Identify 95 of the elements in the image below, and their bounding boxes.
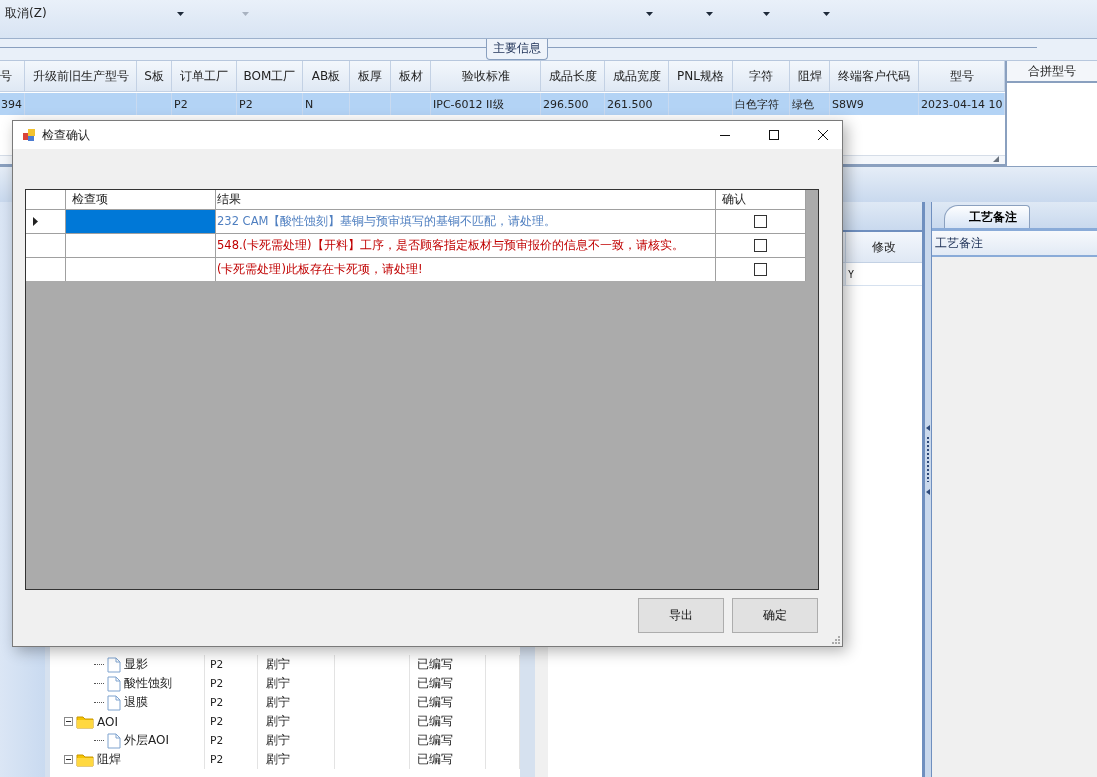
table-cell: IPC-6012 II级: [433, 96, 504, 112]
column-header[interactable]: 型号: [919, 61, 1005, 91]
table-cell[interactable]: [66, 210, 216, 233]
table-cell: 已编写: [417, 732, 453, 749]
column-header[interactable]: 板厚: [350, 61, 391, 91]
caret-icon[interactable]: [763, 12, 770, 16]
table-cell: P2: [239, 97, 253, 111]
column-header[interactable]: PNL规格: [669, 61, 733, 91]
tree-item[interactable]: 显影: [124, 656, 148, 673]
table-cell: 已编写: [417, 751, 453, 768]
maximize-icon[interactable]: [768, 129, 780, 141]
table-cell: S8W9: [832, 97, 864, 111]
caret-icon[interactable]: [706, 12, 713, 16]
column-header[interactable]: 验收标准: [431, 61, 541, 91]
tree-line: [94, 683, 104, 684]
table-cell: 剧宁: [266, 713, 290, 730]
table-row[interactable]: 394 P2 P2 N IPC-6012 II级 296.500 261.500 白色字符 绿色 S8W9 2023-04-14 10: [0, 93, 1005, 115]
column-header[interactable]: 合拼型号: [1007, 61, 1097, 83]
check-result: 548.(卡死需处理)【开料】工序，是否顾客指定板材与预审报价的信息不一致，请核实。: [217, 238, 684, 253]
tree-item[interactable]: 酸性蚀刻: [124, 675, 172, 692]
folder-icon: [76, 714, 94, 729]
table-cell: 已编写: [417, 694, 453, 711]
table-row[interactable]: (卡死需处理)此板存在卡死项，请处理!: [26, 257, 806, 281]
caret-icon[interactable]: [823, 12, 830, 16]
splitter-handle[interactable]: [925, 424, 931, 495]
column-header[interactable]: 阻焊: [790, 61, 830, 91]
table-cell: 剧宁: [266, 751, 290, 768]
column-header[interactable]: 成品宽度: [605, 61, 669, 91]
confirm-checkbox[interactable]: [754, 215, 767, 228]
table-cell: P2: [210, 696, 224, 709]
tree-item[interactable]: AOI: [97, 714, 118, 729]
table-cell: 剧宁: [266, 675, 290, 692]
check-result: 232 CAM【酸性蚀刻】基铜与预审填写的基铜不匹配，请处理。: [217, 214, 557, 229]
column-header[interactable]: 终端客户代码: [830, 61, 919, 91]
resize-grip-icon[interactable]: [832, 636, 840, 644]
tree-item[interactable]: 阻焊: [97, 751, 121, 768]
table-cell: 剧宁: [266, 656, 290, 673]
table-cell: 已编写: [417, 675, 453, 692]
table-cell: P2: [174, 97, 188, 111]
table-cell: 剧宁: [266, 732, 290, 749]
column-header[interactable]: 字符: [733, 61, 790, 91]
table-cell: 296.500: [543, 97, 589, 111]
tree-line: [94, 702, 104, 703]
window-title: 检查确认: [42, 126, 90, 144]
table-cell: N: [305, 97, 314, 111]
column-header[interactable]: BOM工厂: [237, 61, 303, 91]
export-button[interactable]: 导出: [638, 598, 724, 633]
table-row[interactable]: 548.(卡死需处理)【开料】工序，是否顾客指定板材与预审报价的信息不一致，请核实。: [26, 233, 806, 257]
folder-icon: [76, 752, 94, 767]
document-icon: [107, 694, 121, 711]
column-header[interactable]: 升级前旧生产型号: [25, 61, 137, 91]
table-cell: P2: [210, 677, 224, 690]
tree-line: [94, 740, 104, 741]
group-title: 主要信息: [486, 39, 548, 60]
table-cell: 白色字符: [735, 96, 779, 112]
caret-icon[interactable]: [646, 12, 653, 16]
close-icon[interactable]: [817, 129, 829, 141]
check-result: (卡死需处理)此板存在卡死项，请处理!: [217, 262, 423, 277]
column-header[interactable]: 成品长度: [541, 61, 605, 91]
column-header[interactable]: AB板: [303, 61, 350, 91]
tree-item[interactable]: 外层AOI: [124, 732, 169, 749]
column-header[interactable]: 板材: [391, 61, 431, 91]
resize-grip-icon: [993, 156, 999, 162]
column-header[interactable]: S板: [137, 61, 172, 91]
column-header[interactable]: 号: [0, 61, 25, 91]
table-cell: 绿色: [792, 96, 814, 112]
panel-header: 工艺备注: [935, 234, 983, 252]
table-cell: 2023-04-14 10: [921, 97, 1003, 111]
cancel-menu-item[interactable]: 取消(Z): [5, 5, 47, 22]
app-icon: [22, 128, 36, 142]
document-icon: [107, 656, 121, 673]
document-icon: [107, 732, 121, 749]
document-icon: [107, 675, 121, 692]
table-cell: 已编写: [417, 713, 453, 730]
collapse-toggle-icon[interactable]: [64, 755, 73, 764]
table-cell: 已编写: [417, 656, 453, 673]
tree-line: [94, 664, 104, 665]
column-header[interactable]: 订单工厂: [172, 61, 237, 91]
table-cell: P2: [210, 734, 224, 747]
table-cell: 261.500: [607, 97, 653, 111]
tree-item[interactable]: 退膜: [124, 694, 148, 711]
tab[interactable]: 工艺备注: [944, 205, 1030, 228]
table-cell: P2: [210, 715, 224, 728]
caret-icon[interactable]: [177, 12, 184, 16]
confirm-checkbox[interactable]: [754, 239, 767, 252]
table-cell: P2: [210, 658, 224, 671]
collapse-toggle-icon[interactable]: [64, 717, 73, 726]
table-row[interactable]: 232 CAM【酸性蚀刻】基铜与预审填写的基铜不匹配，请处理。: [26, 209, 806, 233]
confirm-button[interactable]: 确定: [732, 598, 818, 633]
table-cell: P2: [210, 753, 224, 766]
confirm-checkbox[interactable]: [754, 263, 767, 276]
table-cell: 剧宁: [266, 694, 290, 711]
table-cell: 394: [1, 97, 22, 111]
column-header[interactable]: 修改: [846, 232, 922, 262]
table-cell: Y: [848, 268, 855, 280]
